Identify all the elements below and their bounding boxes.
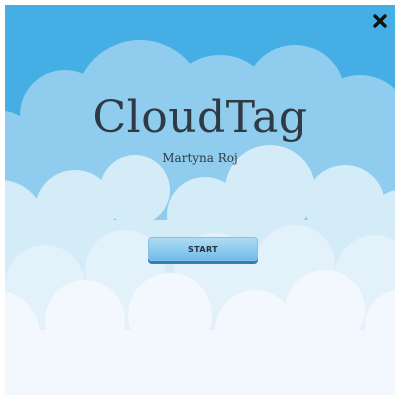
front-cloud-layer [5,270,395,395]
start-button[interactable]: START [148,237,258,261]
cloud-background [5,5,395,395]
close-icon[interactable] [372,13,388,29]
author-name: Martyna Roj [162,151,238,165]
game-title: CloudTag [92,92,308,143]
game-screen: CloudTag Martyna Roj START [5,5,395,395]
